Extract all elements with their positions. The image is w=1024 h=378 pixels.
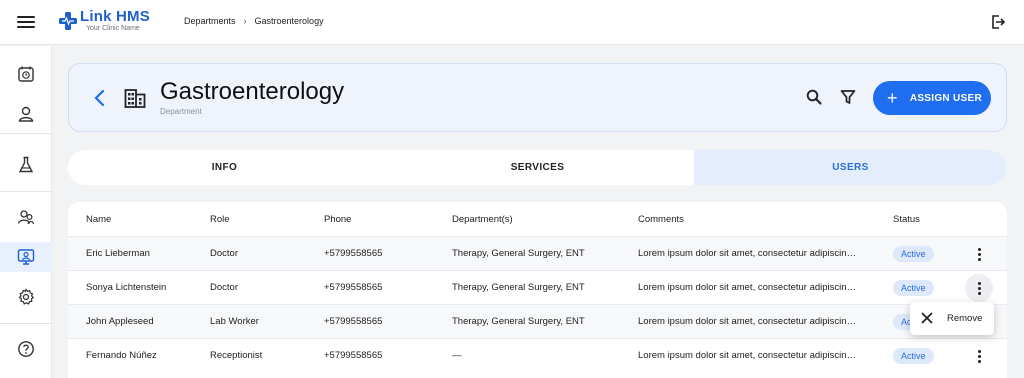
cell-role: Receptionist [210, 350, 263, 361]
cell-departments: Therapy, General Surgery, ENT [452, 316, 585, 327]
table-row[interactable]: Eric Lieberman Doctor +5799558565 Therap… [68, 236, 1007, 270]
cell-role: Lab Worker [210, 316, 259, 327]
tab-info[interactable]: INFO [68, 150, 381, 185]
sidebar-divider [0, 191, 52, 192]
page-title: Gastroenterology [160, 78, 345, 105]
sidebar-item-settings[interactable] [0, 282, 52, 312]
search-icon[interactable] [805, 88, 823, 106]
breadcrumb: Departments › Gastroenterology [184, 16, 324, 26]
building-icon [124, 89, 146, 108]
breadcrumb-departments[interactable]: Departments [184, 16, 236, 26]
calendar-clock-icon [18, 66, 34, 82]
sidebar [0, 46, 52, 378]
cell-role: Doctor [210, 248, 238, 259]
cell-comments: Lorem ipsum dolor sit amet, consectetur … [638, 248, 860, 259]
tab-users[interactable]: USERS [694, 150, 1007, 185]
cell-comments: Lorem ipsum dolor sit amet, consectetur … [638, 316, 860, 327]
cell-comments: Lorem ipsum dolor sit amet, consectetur … [638, 350, 860, 361]
back-arrow-icon[interactable] [91, 88, 109, 108]
close-icon [921, 312, 933, 324]
cell-phone: +5799558565 [324, 248, 383, 259]
menu-icon[interactable] [17, 13, 35, 31]
table-row[interactable]: Fernando Núñez Receptionist +5799558565 … [68, 338, 1007, 372]
cell-departments: — [452, 350, 462, 361]
remove-menu-item[interactable]: Remove [947, 313, 982, 324]
cell-phone: +5799558565 [324, 282, 383, 293]
cell-phone: +5799558565 [324, 350, 383, 361]
cell-phone: +5799558565 [324, 316, 383, 327]
cell-name: Sonya Lichtenstein [86, 282, 167, 293]
flask-icon [18, 156, 34, 173]
cell-name: Fernando Núñez [86, 350, 157, 361]
column-header-status[interactable]: Status [893, 214, 920, 225]
row-context-menu[interactable]: Remove [910, 302, 994, 335]
sidebar-divider [0, 133, 52, 134]
more-options-icon[interactable] [968, 243, 990, 265]
cell-role: Doctor [210, 282, 238, 293]
user-icon [18, 106, 34, 122]
column-header-phone[interactable]: Phone [324, 214, 351, 225]
top-bar: Link HMS Your Clinic Name Departments › … [0, 0, 1024, 45]
more-options-icon[interactable] [968, 345, 990, 367]
cell-departments: Therapy, General Surgery, ENT [452, 248, 585, 259]
page-subtitle: Department [160, 107, 202, 116]
tab-services[interactable]: SERVICES [381, 150, 694, 185]
cell-name: Eric Lieberman [86, 248, 150, 259]
help-icon [18, 341, 34, 357]
logo[interactable]: Link HMS Your Clinic Name [59, 9, 150, 33]
table-header: Name Role Phone Department(s) Comments S… [68, 202, 1007, 236]
users-group-icon [17, 210, 35, 225]
sidebar-divider [0, 323, 52, 324]
column-header-name[interactable]: Name [86, 214, 111, 225]
assign-user-label: ASSIGN USER [909, 92, 983, 104]
more-options-icon[interactable] [965, 274, 993, 302]
sidebar-item-laboratory[interactable] [0, 150, 52, 180]
cell-comments: Lorem ipsum dolor sit amet, consectetur … [638, 282, 860, 293]
cell-departments: Therapy, General Surgery, ENT [452, 282, 585, 293]
tab-bar: INFO SERVICES USERS [68, 150, 1007, 185]
monitor-user-icon [17, 249, 35, 265]
logo-cross-icon [59, 12, 77, 30]
gear-icon [18, 288, 35, 305]
column-header-role[interactable]: Role [210, 214, 230, 225]
status-badge: Active [893, 279, 934, 296]
column-header-departments[interactable]: Department(s) [452, 214, 513, 225]
sidebar-item-departments[interactable] [0, 242, 52, 272]
logout-icon[interactable] [990, 14, 1006, 30]
table-row[interactable]: Sonya Lichtenstein Doctor +5799558565 Th… [68, 270, 1007, 304]
filter-icon[interactable] [840, 89, 856, 105]
status-badge: Active [893, 245, 934, 262]
app-subtitle: Your Clinic Name [86, 25, 140, 32]
sidebar-item-help[interactable] [0, 334, 52, 364]
table-row[interactable]: John Appleseed Lab Worker +5799558565 Th… [68, 304, 1007, 338]
sidebar-item-patients[interactable] [0, 99, 52, 129]
sidebar-item-appointments[interactable] [0, 59, 52, 89]
sidebar-item-staff[interactable] [0, 202, 52, 232]
department-header: Gastroenterology Department + ASSIGN USE… [68, 63, 1007, 132]
cell-name: John Appleseed [86, 316, 154, 327]
status-badge: Active [893, 347, 934, 364]
plus-icon: + [887, 88, 898, 108]
assign-user-button[interactable]: + ASSIGN USER [873, 81, 991, 115]
breadcrumb-separator: › [243, 16, 247, 26]
app-title: Link HMS [80, 8, 150, 25]
users-table: Name Role Phone Department(s) Comments S… [68, 202, 1007, 378]
breadcrumb-current: Gastroenterology [254, 16, 324, 26]
column-header-comments[interactable]: Comments [638, 214, 860, 225]
